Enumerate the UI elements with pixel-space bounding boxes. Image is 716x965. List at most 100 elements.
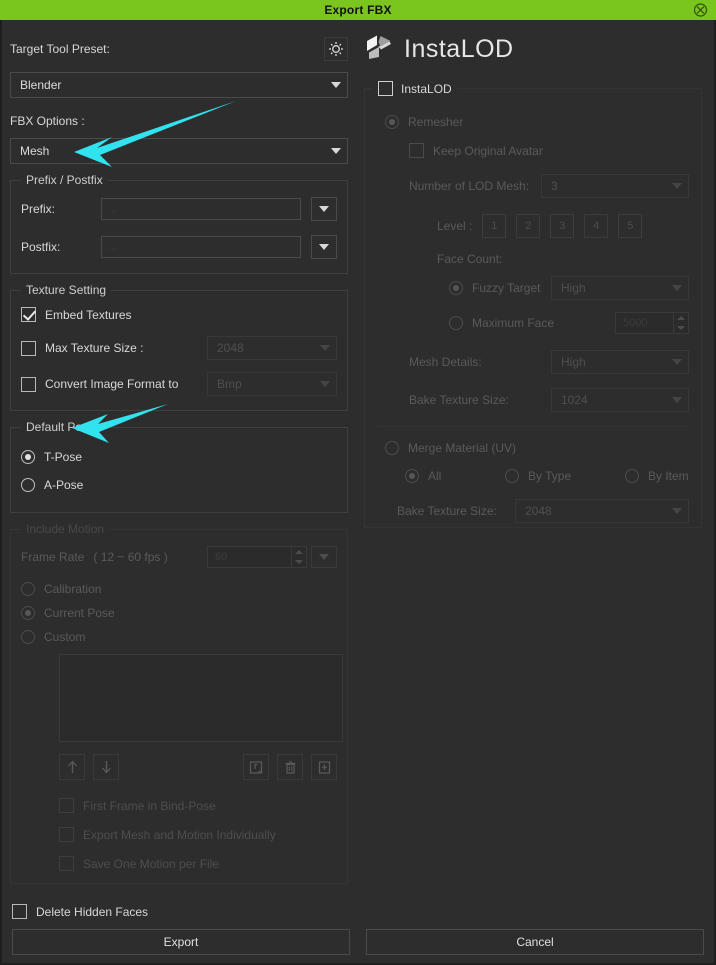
current-pose-radio[interactable]: [21, 606, 35, 620]
t-pose-radio[interactable]: [21, 450, 35, 464]
frame-rate-row: Frame Rate ( 12 ~ 60 fps ) 60: [21, 546, 337, 568]
level-button-2[interactable]: 2: [516, 214, 541, 238]
texture-setting-group: Texture Setting Embed Textures Max Textu…: [10, 283, 348, 411]
current-pose-row[interactable]: Current Pose: [21, 606, 337, 620]
chevron-down-icon: [320, 381, 330, 387]
stepper-up-icon[interactable]: [674, 313, 688, 323]
cancel-button[interactable]: Cancel: [366, 929, 704, 955]
mesh-details-combo[interactable]: High: [551, 350, 689, 374]
instalod-brand-name: InstaLOD: [404, 34, 514, 63]
merge-bake-texture-size-label: Bake Texture Size:: [397, 504, 497, 518]
stepper-up-icon[interactable]: [292, 547, 306, 557]
keep-original-avatar-checkbox[interactable]: [409, 143, 424, 158]
export-mesh-motion-checkbox[interactable]: [59, 827, 74, 842]
sun-settings-icon[interactable]: [324, 37, 348, 61]
calibration-radio[interactable]: [21, 582, 35, 596]
first-frame-bind-pose-row[interactable]: First Frame in Bind-Pose: [59, 798, 337, 813]
merge-by-type-row[interactable]: By Type: [505, 469, 625, 483]
remesher-radio[interactable]: [385, 115, 399, 129]
export-button[interactable]: Export: [12, 929, 350, 955]
merge-all-row[interactable]: All: [405, 469, 505, 483]
first-frame-bind-pose-checkbox[interactable]: [59, 798, 74, 813]
instalod-group-label: InstaLOD: [401, 81, 452, 96]
stepper-down-icon[interactable]: [674, 323, 688, 333]
delete-hidden-faces-row[interactable]: Delete Hidden Faces: [12, 904, 704, 919]
t-pose-row[interactable]: T-Pose: [21, 450, 337, 464]
merge-material-row[interactable]: Merge Material (UV): [385, 441, 689, 455]
merge-by-type-radio[interactable]: [505, 469, 519, 483]
max-texture-size-row: Max Texture Size : 2048: [21, 336, 337, 360]
level-button-3[interactable]: 3: [550, 214, 575, 238]
add-file-icon[interactable]: [311, 754, 337, 780]
max-texture-size-checkbox[interactable]: [21, 340, 36, 356]
fuzzy-target-radio[interactable]: [449, 281, 463, 295]
prefix-input[interactable]: ...: [101, 198, 301, 220]
maximum-face-spinner[interactable]: 5000: [615, 312, 689, 334]
close-circle-icon[interactable]: [693, 3, 708, 18]
custom-radio[interactable]: [21, 630, 35, 644]
arrow-up-icon[interactable]: [59, 754, 85, 780]
export-mesh-motion-row[interactable]: Export Mesh and Motion Individually: [59, 827, 337, 842]
fuzzy-target-value: High: [561, 281, 586, 295]
face-count-label: Face Count:: [437, 252, 503, 266]
postfix-input[interactable]: ...: [101, 236, 301, 258]
arrow-down-icon[interactable]: [93, 754, 119, 780]
level-button-5[interactable]: 5: [618, 214, 643, 238]
merge-bake-texture-size-row: Bake Texture Size: 2048: [397, 499, 689, 523]
stepper-down-icon[interactable]: [292, 557, 306, 567]
level-button-4[interactable]: 4: [584, 214, 609, 238]
a-pose-row[interactable]: A-Pose: [21, 478, 337, 492]
remesher-row[interactable]: Remesher: [385, 115, 689, 129]
calibration-row[interactable]: Calibration: [21, 582, 337, 596]
a-pose-radio[interactable]: [21, 478, 35, 492]
merge-material-radio[interactable]: [385, 441, 399, 455]
target-tool-preset-label: Target Tool Preset:: [10, 42, 110, 56]
target-tool-preset-combo[interactable]: Blender: [10, 72, 348, 98]
chevron-down-icon: [320, 345, 330, 351]
bake-texture-size-combo[interactable]: 1024: [551, 388, 689, 412]
merge-by-item-radio[interactable]: [625, 469, 639, 483]
bake-texture-size-label: Bake Texture Size:: [409, 393, 509, 407]
preset-value: Blender: [20, 78, 62, 92]
mesh-details-value: High: [561, 355, 586, 369]
save-one-motion-checkbox[interactable]: [59, 856, 74, 871]
delete-hidden-faces-checkbox[interactable]: [12, 904, 27, 919]
save-one-motion-row[interactable]: Save One Motion per File: [59, 856, 337, 871]
frame-rate-dropdown-button[interactable]: [311, 546, 337, 568]
frame-rate-stepper[interactable]: [291, 547, 306, 567]
include-motion-group: Include Motion Frame Rate ( 12 ~ 60 fps …: [10, 522, 348, 884]
prefix-dropdown-button[interactable]: [311, 197, 337, 221]
custom-row[interactable]: Custom: [21, 630, 337, 644]
frame-rate-spinner[interactable]: 60: [207, 546, 307, 568]
level-button-1[interactable]: 1: [482, 214, 507, 238]
instalod-group-header[interactable]: InstaLOD: [373, 81, 457, 96]
trash-icon[interactable]: [277, 754, 303, 780]
embed-textures-checkbox[interactable]: [21, 307, 36, 322]
include-motion-title: Include Motion: [21, 522, 110, 536]
prefix-postfix-group: Prefix / Postfix Prefix: ... Postfix: ..…: [10, 173, 348, 274]
delete-hidden-faces-label: Delete Hidden Faces: [36, 904, 149, 919]
embed-textures-row[interactable]: Embed Textures: [21, 307, 337, 322]
motion-list-box[interactable]: [59, 654, 343, 742]
convert-image-format-checkbox[interactable]: [21, 376, 36, 392]
number-of-lod-mesh-combo[interactable]: 3: [541, 174, 689, 198]
max-texture-size-combo[interactable]: 2048: [207, 336, 337, 360]
postfix-dropdown-button[interactable]: [311, 235, 337, 259]
number-of-lod-mesh-row: Number of LOD Mesh: 3: [409, 174, 689, 198]
maximum-face-radio[interactable]: [449, 316, 463, 330]
merge-bake-texture-size-combo[interactable]: 2048: [515, 499, 689, 523]
chevron-down-icon: [672, 285, 682, 291]
default-pose-group: Default Pose T-Pose A-Pose: [10, 420, 348, 513]
fbx-options-combo[interactable]: Mesh: [10, 138, 348, 164]
merge-by-item-row[interactable]: By Item: [625, 469, 689, 483]
merge-all-radio[interactable]: [405, 469, 419, 483]
convert-image-format-combo[interactable]: Bmp: [207, 372, 337, 396]
fuzzy-target-combo[interactable]: High: [551, 276, 689, 300]
keep-original-avatar-row[interactable]: Keep Original Avatar: [409, 143, 689, 158]
chevron-down-icon: [331, 148, 341, 154]
load-file-icon[interactable]: [243, 754, 269, 780]
fuzzy-target-row: Fuzzy Target High: [449, 276, 689, 300]
instalod-checkbox[interactable]: [378, 81, 393, 96]
mesh-details-label: Mesh Details:: [409, 355, 482, 369]
maximum-face-stepper[interactable]: [673, 313, 688, 333]
